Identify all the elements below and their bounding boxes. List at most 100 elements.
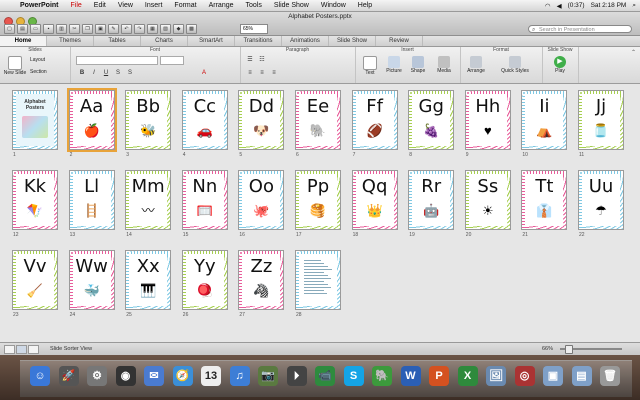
slide-thumbnail[interactable]: Ff 🏈 7	[351, 90, 398, 158]
slide-thumbnail[interactable]: 28	[295, 250, 341, 318]
save-icon[interactable]: ▪	[43, 24, 54, 34]
slide-thumbnail[interactable]: Ll 🪜 13	[68, 170, 115, 238]
picture-icon[interactable]: ▨	[160, 24, 171, 34]
preview-icon[interactable]: 🖼	[486, 366, 506, 386]
section-button[interactable]: Section	[30, 69, 47, 75]
menu-view[interactable]: View	[112, 2, 139, 9]
system-prefs-icon[interactable]: ⚙	[87, 366, 107, 386]
slide-thumbnail[interactable]: Cc 🚗 4	[181, 90, 228, 158]
slide-thumbnail[interactable]: Qq 👑 18	[351, 170, 398, 238]
tab-smartart[interactable]: SmartArt	[188, 36, 235, 46]
finder-icon[interactable]: ☺	[30, 366, 50, 386]
excel-icon[interactable]: X	[457, 366, 478, 386]
layout-button[interactable]: Layout	[30, 57, 45, 63]
tab-slide-show[interactable]: Slide Show	[329, 36, 376, 46]
slide-sorter-view-icon[interactable]	[16, 345, 27, 354]
menu-app-name[interactable]: PowerPoint	[14, 2, 65, 9]
slide-thumbnail[interactable]: Nn 🥅 15	[181, 170, 228, 238]
new-slide-button[interactable]: New Slide	[3, 56, 27, 76]
print-icon[interactable]: ▥	[56, 24, 67, 34]
media-button[interactable]: Media	[433, 56, 455, 74]
applications-folder-icon[interactable]: ▣	[543, 366, 563, 386]
font-color-icon[interactable]: A	[200, 70, 208, 77]
tab-tables[interactable]: Tables	[94, 36, 141, 46]
menu-edit[interactable]: Edit	[88, 2, 112, 9]
bullets-icon[interactable]: ☰	[246, 57, 254, 64]
menu-help[interactable]: Help	[352, 2, 378, 9]
arrange-button[interactable]: Arrange	[464, 56, 488, 74]
slide-thumbnail[interactable]: Ww 🐳 24	[68, 250, 115, 318]
new-icon[interactable]: ▢	[4, 24, 15, 34]
slide-thumbnail[interactable]: Jj 🫙 11	[578, 90, 624, 158]
itunes-icon[interactable]: ♫	[229, 366, 250, 386]
text-button[interactable]: Text	[359, 56, 381, 76]
slide-thumbnail[interactable]: Vv 🧹 23	[12, 250, 58, 318]
slide-thumbnail[interactable]: Rr 🤖 19	[408, 170, 455, 238]
table-icon[interactable]: ▦	[147, 24, 158, 34]
align-left-icon[interactable]: ≡	[246, 70, 254, 77]
slide-thumbnail[interactable]: Alphabet Posters 1	[12, 90, 58, 158]
slide-thumbnail[interactable]: Gg 🍇 8	[408, 90, 455, 158]
tab-charts[interactable]: Charts	[141, 36, 188, 46]
ribbon-collapse-icon[interactable]: ⌃	[631, 49, 636, 56]
picture-button[interactable]: Picture	[383, 56, 405, 74]
copy-icon[interactable]: ❐	[82, 24, 93, 34]
cut-icon[interactable]: ✂	[69, 24, 80, 34]
tab-transitions[interactable]: Transitions	[235, 36, 282, 46]
open-icon[interactable]: ▭	[30, 24, 41, 34]
word-icon[interactable]: W	[400, 366, 421, 386]
mail-icon[interactable]: ✉	[144, 366, 164, 386]
tab-animations[interactable]: Animations	[282, 36, 329, 46]
format-painter-icon[interactable]: ✎	[108, 24, 119, 34]
wifi-icon[interactable]: ◠	[545, 2, 551, 10]
facetime-icon[interactable]: 📹	[315, 366, 335, 386]
safari-icon[interactable]: 🧭	[172, 366, 193, 386]
calendar-icon[interactable]: 13	[201, 366, 221, 386]
menu-slide-show[interactable]: Slide Show	[268, 2, 315, 9]
strikethrough-icon[interactable]: S	[126, 70, 134, 77]
slide-thumbnail[interactable]: Dd 🐶 5	[238, 90, 285, 158]
font-size-field[interactable]	[160, 56, 184, 65]
clock[interactable]: Sat 2:18 PM	[591, 2, 627, 9]
quick-styles-button[interactable]: Quick Styles	[492, 56, 538, 74]
slide-thumbnail[interactable]: Pp 🥞 17	[295, 170, 341, 238]
spotlight-icon[interactable]: ⌕	[632, 2, 636, 10]
shapes-icon[interactable]: ◆	[173, 24, 184, 34]
slide-thumbnail[interactable]: Kk 🪁 12	[12, 170, 58, 238]
slide-thumbnail[interactable]: Aa 🍎 2	[66, 88, 117, 158]
tab-home[interactable]: Home	[0, 36, 47, 46]
underline-icon[interactable]: U	[102, 70, 110, 77]
menu-window[interactable]: Window	[315, 2, 352, 9]
photo-booth-icon[interactable]: ◎	[514, 366, 535, 386]
slide-thumbnail[interactable]: Ss ☀ 20	[464, 170, 511, 238]
menu-tools[interactable]: Tools	[240, 2, 268, 9]
font-name-field[interactable]	[76, 56, 158, 65]
align-center-icon[interactable]: ≡	[258, 70, 266, 77]
redo-icon[interactable]: ↷	[134, 24, 145, 34]
slide-thumbnail[interactable]: Tt 👔 21	[521, 170, 568, 238]
slide-thumbnail[interactable]: Mm 〰 14	[125, 170, 172, 238]
quicktime-icon[interactable]: ⏵	[286, 366, 307, 386]
bold-icon[interactable]: B	[78, 70, 86, 77]
search-input[interactable]: ⌕ Search in Presentation	[528, 25, 632, 33]
zoom-slider-knob[interactable]	[565, 345, 573, 354]
menu-insert[interactable]: Insert	[139, 2, 169, 9]
menu-arrange[interactable]: Arrange	[203, 2, 240, 9]
media-browser-icon[interactable]: ▩	[186, 24, 197, 34]
menu-file[interactable]: File	[65, 2, 88, 9]
slide-thumbnail[interactable]: Xx 🎹 25	[125, 250, 172, 318]
slide-thumbnail[interactable]: Bb 🐝 3	[125, 90, 172, 158]
numbering-icon[interactable]: ☷	[258, 57, 266, 64]
evernote-icon[interactable]: 🐘	[372, 366, 392, 386]
templates-icon[interactable]: ▤	[17, 24, 28, 34]
battery-status[interactable]: (0:37)	[568, 2, 585, 9]
slide-thumbnail[interactable]: Ii ⛺ 10	[521, 90, 568, 158]
menu-format[interactable]: Format	[168, 2, 202, 9]
tab-review[interactable]: Review	[376, 36, 423, 46]
normal-view-icon[interactable]	[4, 345, 15, 354]
play-button[interactable]: ▶ Play	[550, 56, 570, 74]
slide-thumbnail[interactable]: Hh ♥ 9	[464, 90, 511, 158]
slide-thumbnail[interactable]: Uu ☂ 22	[578, 170, 624, 238]
reading-view-icon[interactable]	[28, 345, 39, 354]
slide-thumbnail[interactable]: Oo 🐙 16	[238, 170, 285, 238]
